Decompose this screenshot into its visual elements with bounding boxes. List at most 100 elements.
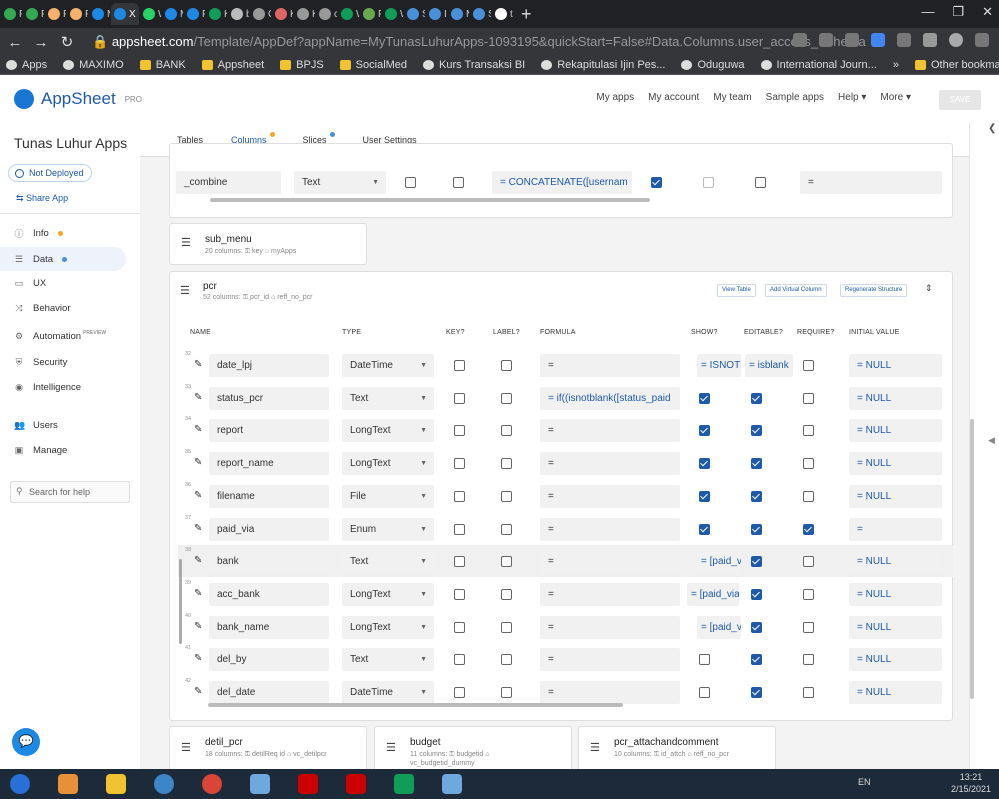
table-card-sub-menu[interactable]: ☰ sub_menu 20 columns: ⚿ key ⌂ myApps — [169, 223, 367, 265]
editable-checkbox[interactable] — [751, 458, 762, 470]
sidebar-item-data[interactable]: ☰ Data — [0, 247, 126, 271]
forward-icon[interactable]: → — [30, 34, 52, 51]
show-checkbox[interactable] — [699, 687, 710, 698]
require-checkbox[interactable] — [803, 490, 814, 502]
column-name-cell[interactable]: filename — [209, 484, 329, 508]
taskbar-pdf-icon[interactable] — [336, 770, 376, 798]
top-nav-link[interactable]: Sample apps — [766, 92, 824, 103]
deploy-status-badge[interactable]: Not Deployed — [8, 164, 92, 182]
editable-checkbox[interactable] — [751, 621, 762, 633]
language-indicator[interactable]: EN — [858, 777, 871, 787]
require-checkbox[interactable] — [803, 425, 814, 437]
column-name-cell[interactable]: paid_via — [209, 517, 329, 541]
bookmark-item[interactable]: Apps — [0, 59, 53, 71]
browser-tab[interactable]: W — [382, 3, 403, 25]
other-bookmarks[interactable]: Other bookmarks — [909, 59, 999, 71]
editable-checkbox[interactable] — [751, 490, 762, 502]
label-checkbox[interactable] — [501, 556, 512, 568]
browser-tab[interactable]: M — [162, 3, 183, 25]
top-nav-link[interactable]: My account — [648, 92, 699, 103]
key-checkbox[interactable] — [454, 360, 465, 371]
formula-cell[interactable]: = — [540, 354, 680, 377]
edit-pencil-icon[interactable]: ✎ — [194, 653, 202, 664]
editable-checkbox[interactable] — [751, 654, 762, 666]
sidebar-item-manage[interactable]: ▣ Manage — [0, 438, 126, 462]
label-checkbox[interactable] — [501, 588, 512, 600]
editable-checkbox[interactable] — [751, 687, 762, 698]
require-checkbox[interactable] — [803, 360, 814, 371]
require-checkbox[interactable] — [803, 458, 814, 470]
column-type-select[interactable]: LongText ▼ — [342, 615, 434, 639]
top-nav-link[interactable]: More ▾ — [880, 92, 911, 103]
browser-tab[interactable]: P — [23, 3, 44, 25]
bookmark-item[interactable]: BPJS — [274, 59, 330, 71]
require-checkbox[interactable] — [803, 654, 814, 666]
reload-icon[interactable]: ↻ — [56, 33, 78, 51]
key-checkbox[interactable] — [454, 654, 465, 666]
browser-tab[interactable]: Ir — [426, 3, 447, 25]
bookmark-item[interactable]: MAXIMO — [57, 59, 130, 71]
column-name-cell[interactable]: bank_name — [209, 615, 329, 639]
taskbar-excel-icon[interactable] — [384, 770, 424, 798]
editable-checkbox[interactable] — [751, 392, 762, 404]
show-formula-cell[interactable]: = ISNOTE — [697, 354, 741, 377]
column-type-select[interactable]: Text ▼ — [342, 648, 434, 672]
edit-pencil-icon[interactable]: ✎ — [194, 490, 202, 501]
sidebar-item-users[interactable]: 👥 Users — [0, 413, 126, 437]
new-tab-button[interactable]: + — [521, 4, 532, 25]
column-name-cell[interactable]: del_by — [209, 648, 329, 672]
side-arrow-icon[interactable]: ◀ — [988, 435, 995, 446]
formula-cell[interactable]: = if((isnotblank([status_paid — [540, 386, 680, 410]
column-type-select[interactable]: LongText ▼ — [342, 452, 434, 476]
initial-value-cell[interactable]: = NULL — [849, 550, 942, 574]
sidebar-item-ux[interactable]: ▭ UX — [0, 271, 126, 295]
top-nav-link[interactable]: My team — [713, 92, 751, 103]
require-checkbox[interactable] — [755, 177, 766, 188]
edit-pencil-icon[interactable]: ✎ — [194, 555, 202, 566]
label-checkbox[interactable] — [501, 523, 512, 535]
column-type-select[interactable]: LongText ▼ — [342, 419, 434, 443]
key-checkbox[interactable] — [454, 556, 465, 568]
taskbar-chrome-icon[interactable] — [192, 770, 232, 798]
formula-cell[interactable]: = CONCATENATE([usernam — [492, 171, 632, 194]
editable-formula-cell[interactable]: = isblank — [745, 354, 793, 377]
column-type-select[interactable]: DateTime ▼ — [342, 681, 434, 704]
sidebar-item-automation[interactable]: ⚙ Automation PREVIEW — [0, 324, 126, 348]
editable-checkbox[interactable] — [703, 177, 714, 188]
formula-cell[interactable]: = — [540, 517, 680, 541]
browser-tab[interactable]: P — [360, 3, 381, 25]
key-icon[interactable] — [793, 33, 807, 47]
formula-cell[interactable]: = — [540, 550, 680, 574]
horizontal-scrollbar[interactable] — [208, 703, 623, 707]
key-checkbox[interactable] — [454, 588, 465, 600]
require-checkbox[interactable] — [803, 392, 814, 404]
label-checkbox[interactable] — [501, 360, 512, 371]
bookmark-item[interactable]: Appsheet — [196, 59, 270, 71]
edit-pencil-icon[interactable]: ✎ — [194, 588, 202, 599]
show-checkbox[interactable] — [699, 523, 710, 535]
require-checkbox[interactable] — [803, 621, 814, 633]
label-checkbox[interactable] — [501, 425, 512, 437]
star-icon[interactable] — [845, 33, 859, 47]
browser-tab[interactable]: S — [470, 3, 491, 25]
taskbar-ie-icon[interactable] — [144, 770, 184, 798]
edit-pencil-icon[interactable]: ✎ — [194, 686, 202, 697]
initial-value-cell[interactable]: = NULL — [849, 582, 942, 606]
formula-cell[interactable]: = — [540, 419, 680, 443]
formula-cell[interactable]: = — [540, 615, 680, 639]
initial-value-cell[interactable]: = NULL — [849, 452, 942, 476]
browser-tab[interactable]: K — [206, 3, 227, 25]
bookmark-item[interactable]: International Journ... — [755, 59, 883, 71]
column-name-cell[interactable]: bank — [209, 550, 329, 574]
initial-value-cell[interactable]: = NULL — [849, 386, 942, 410]
label-checkbox[interactable] — [501, 490, 512, 502]
save-button[interactable]: SAVE — [939, 90, 981, 110]
bookmarks-overflow[interactable]: » — [887, 59, 905, 71]
taskbar-app3-icon[interactable] — [432, 770, 472, 798]
edit-pencil-icon[interactable]: ✎ — [194, 523, 202, 534]
formula-cell[interactable]: = — [540, 484, 680, 508]
table-card-detil-pcr[interactable]: ☰ detil_pcr 18 columns: ⚿ detilReq id ⌂ vc… — [169, 726, 367, 769]
key-checkbox[interactable] — [454, 621, 465, 633]
show-checkbox[interactable] — [699, 654, 710, 666]
label-checkbox[interactable] — [453, 177, 464, 188]
